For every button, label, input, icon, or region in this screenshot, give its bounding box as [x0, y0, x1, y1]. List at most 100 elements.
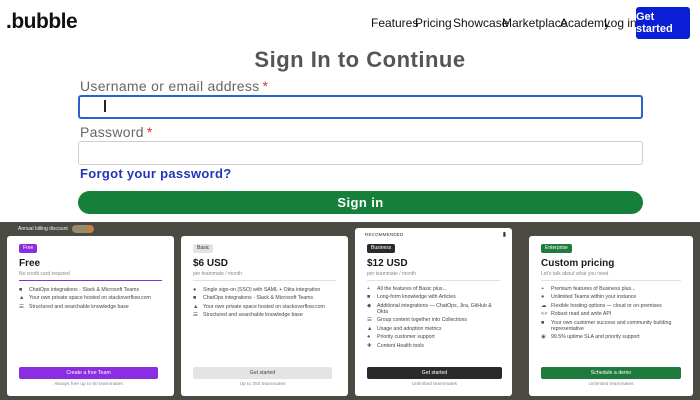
uptime-icon: ◉ — [541, 334, 546, 341]
shield-icon: ▲ — [193, 303, 199, 310]
feature-text: Additional integrations — ChatOps, Jira,… — [377, 302, 492, 315]
list-icon: ☰ — [19, 303, 24, 310]
password-label: Password * — [80, 124, 153, 140]
feature-text: ChatOps integrations - Slack & Microsoft… — [203, 295, 314, 302]
feature-item: ■ ChatOps integrations - Slack & Microsof… — [19, 287, 166, 293]
feature-item: ☰ Group content together into Collections — [367, 317, 504, 323]
nav-features[interactable]: Features — [371, 16, 418, 30]
plan-footnote: Always free up to 50 teammates — [54, 382, 123, 387]
username-input[interactable] — [78, 95, 643, 119]
username-label-text: Username or email address — [80, 78, 260, 94]
plan-subtitle: Let's talk about what you need — [541, 271, 609, 277]
nav-academy[interactable]: Academy — [560, 16, 610, 30]
feature-text: Long-form knowledge with Articles — [377, 294, 456, 301]
plan-feature-list: + All the features of Basic plus... ■ Long… — [367, 286, 504, 351]
feature-text: Your own private space hosted on stackov… — [29, 295, 151, 302]
list-icon: ☰ — [193, 312, 198, 319]
integrations-icon: ◆ — [367, 302, 372, 309]
plan-footnote: Unlimited teammates — [588, 382, 634, 387]
nav-marketplace[interactable]: Marketplace — [502, 16, 567, 30]
recommended-label: RECOMMENDED — [365, 232, 404, 237]
feature-item: ◆ Additional integrations — ChatOps, Jira… — [367, 303, 504, 315]
plan-subtitle: per teammate / month — [367, 271, 416, 277]
teams-icon: ● — [541, 294, 545, 301]
plan-divider — [367, 280, 500, 281]
feature-text: Single sign-on (SSO) with SAML + Okta in… — [203, 287, 321, 293]
required-mark: * — [146, 124, 153, 140]
feature-item: ■ Your own customer success and community… — [541, 320, 685, 332]
create-free-team-button[interactable]: Create a free Team — [19, 367, 158, 379]
password-label-text: Password — [80, 124, 144, 140]
chat-icon: ■ — [19, 287, 23, 293]
plan-footnote: Up to 250 teammates — [239, 382, 286, 387]
nav-showcase[interactable]: Showcase — [453, 16, 508, 30]
support-icon: ● — [367, 334, 371, 341]
plan-badge: Business — [367, 244, 396, 253]
feature-item: ● Unlimited Teams within your instance — [541, 294, 685, 300]
feature-text: ChatOps integrations - Slack & Microsoft… — [29, 287, 140, 293]
feature-text: Robust read and write API — [551, 311, 612, 318]
forgot-password-link[interactable]: Forgot your password? — [80, 166, 231, 181]
plan-price: Free — [19, 258, 41, 269]
toggle-knob — [86, 226, 93, 232]
feature-text: Content Health tools — [377, 342, 425, 349]
plan-card-free: Free Free No credit card required ■ ChatO… — [7, 236, 174, 396]
feature-item: ✚ Content Health tools — [367, 343, 504, 349]
username-label: Username or email address * — [80, 78, 268, 94]
login-link[interactable]: Log in — [604, 16, 637, 30]
feature-item: <> Robust read and write API — [541, 311, 685, 317]
plan-divider — [19, 280, 162, 281]
plan-card-basic: Basic $6 USD per teammate / month ● Singl… — [181, 236, 348, 396]
cloud-icon: ☁ — [541, 302, 547, 309]
feature-text: Flexible hosting options — cloud or on-p… — [551, 302, 662, 309]
health-icon: ✚ — [367, 342, 372, 349]
feature-item: ● Priority customer support — [367, 334, 504, 340]
plan-badge: Enterprise — [541, 244, 572, 253]
plan-feature-list: + Premium features of Business plus... ● U… — [541, 286, 685, 343]
bubble-logo[interactable]: .bubble — [6, 10, 78, 34]
schedule-demo-button[interactable]: Schedule a demo — [541, 367, 681, 379]
plus-icon: + — [367, 286, 371, 292]
key-icon: ● — [193, 287, 197, 293]
feature-text: Your own customer success and community … — [551, 319, 672, 332]
password-input[interactable] — [78, 141, 643, 165]
plan-badge: Free — [19, 244, 38, 253]
plan-card-business: RECOMMENDED ▮ Business $12 USD per teamm… — [355, 228, 512, 396]
chat-icon: ■ — [193, 295, 197, 302]
feature-item: ▲ Usage and adoption metrics — [367, 326, 504, 332]
shield-icon: ▲ — [19, 295, 25, 302]
site-header: .bubble Features Pricing Showcase Market… — [0, 0, 700, 46]
feature-item: ● Single sign-on (SSO) with SAML + Okta i… — [193, 287, 340, 293]
feature-item: ☁ Flexible hosting options — cloud or on-… — [541, 303, 685, 309]
plan-divider — [541, 280, 681, 281]
person-icon: ■ — [541, 319, 545, 326]
text-caret — [104, 100, 106, 112]
billing-toggle-row: Annual billing discount — [18, 225, 94, 233]
feature-item: ◉ 99.5% uptime SLA and priority support — [541, 334, 685, 340]
billing-toggle[interactable] — [71, 225, 94, 233]
feature-text: Priority customer support — [377, 334, 435, 341]
feature-text: Your own private space hosted on stackov… — [203, 303, 325, 310]
feature-item: + All the features of Basic plus... — [367, 286, 504, 292]
feature-item: ☰ Structured and searchable knowledge bas… — [19, 304, 166, 310]
feature-item: + Premium features of Business plus... — [541, 286, 685, 292]
plan-card-enterprise: Enterprise Custom pricing Let's talk abo… — [529, 236, 693, 396]
metrics-icon: ▲ — [367, 325, 373, 332]
feature-item: ▲ Your own private space hosted on stacko… — [193, 304, 340, 310]
basic-get-started-button[interactable]: Get started — [193, 367, 332, 379]
feature-item: ☰ Structured and searchable knowledge bas… — [193, 312, 340, 318]
plan-divider — [193, 280, 336, 281]
required-mark: * — [262, 78, 269, 94]
get-started-button[interactable]: Get started — [636, 7, 690, 39]
plan-price: Custom pricing — [541, 258, 615, 269]
pricing-section: Annual billing discount Free Free No cre… — [0, 222, 700, 400]
code-icon: <> — [541, 311, 548, 318]
nav-pricing[interactable]: Pricing — [415, 16, 452, 30]
feature-text: Structured and searchable knowledge base — [29, 303, 129, 310]
sign-in-button[interactable]: Sign in — [78, 191, 643, 214]
feature-text: Structured and searchable knowledge base — [203, 312, 303, 319]
plus-icon: + — [541, 286, 545, 292]
feature-text: 99.5% uptime SLA and priority support — [551, 334, 640, 341]
feature-text: Unlimited Teams within your instance — [551, 294, 637, 301]
business-get-started-button[interactable]: Get started — [367, 367, 502, 379]
